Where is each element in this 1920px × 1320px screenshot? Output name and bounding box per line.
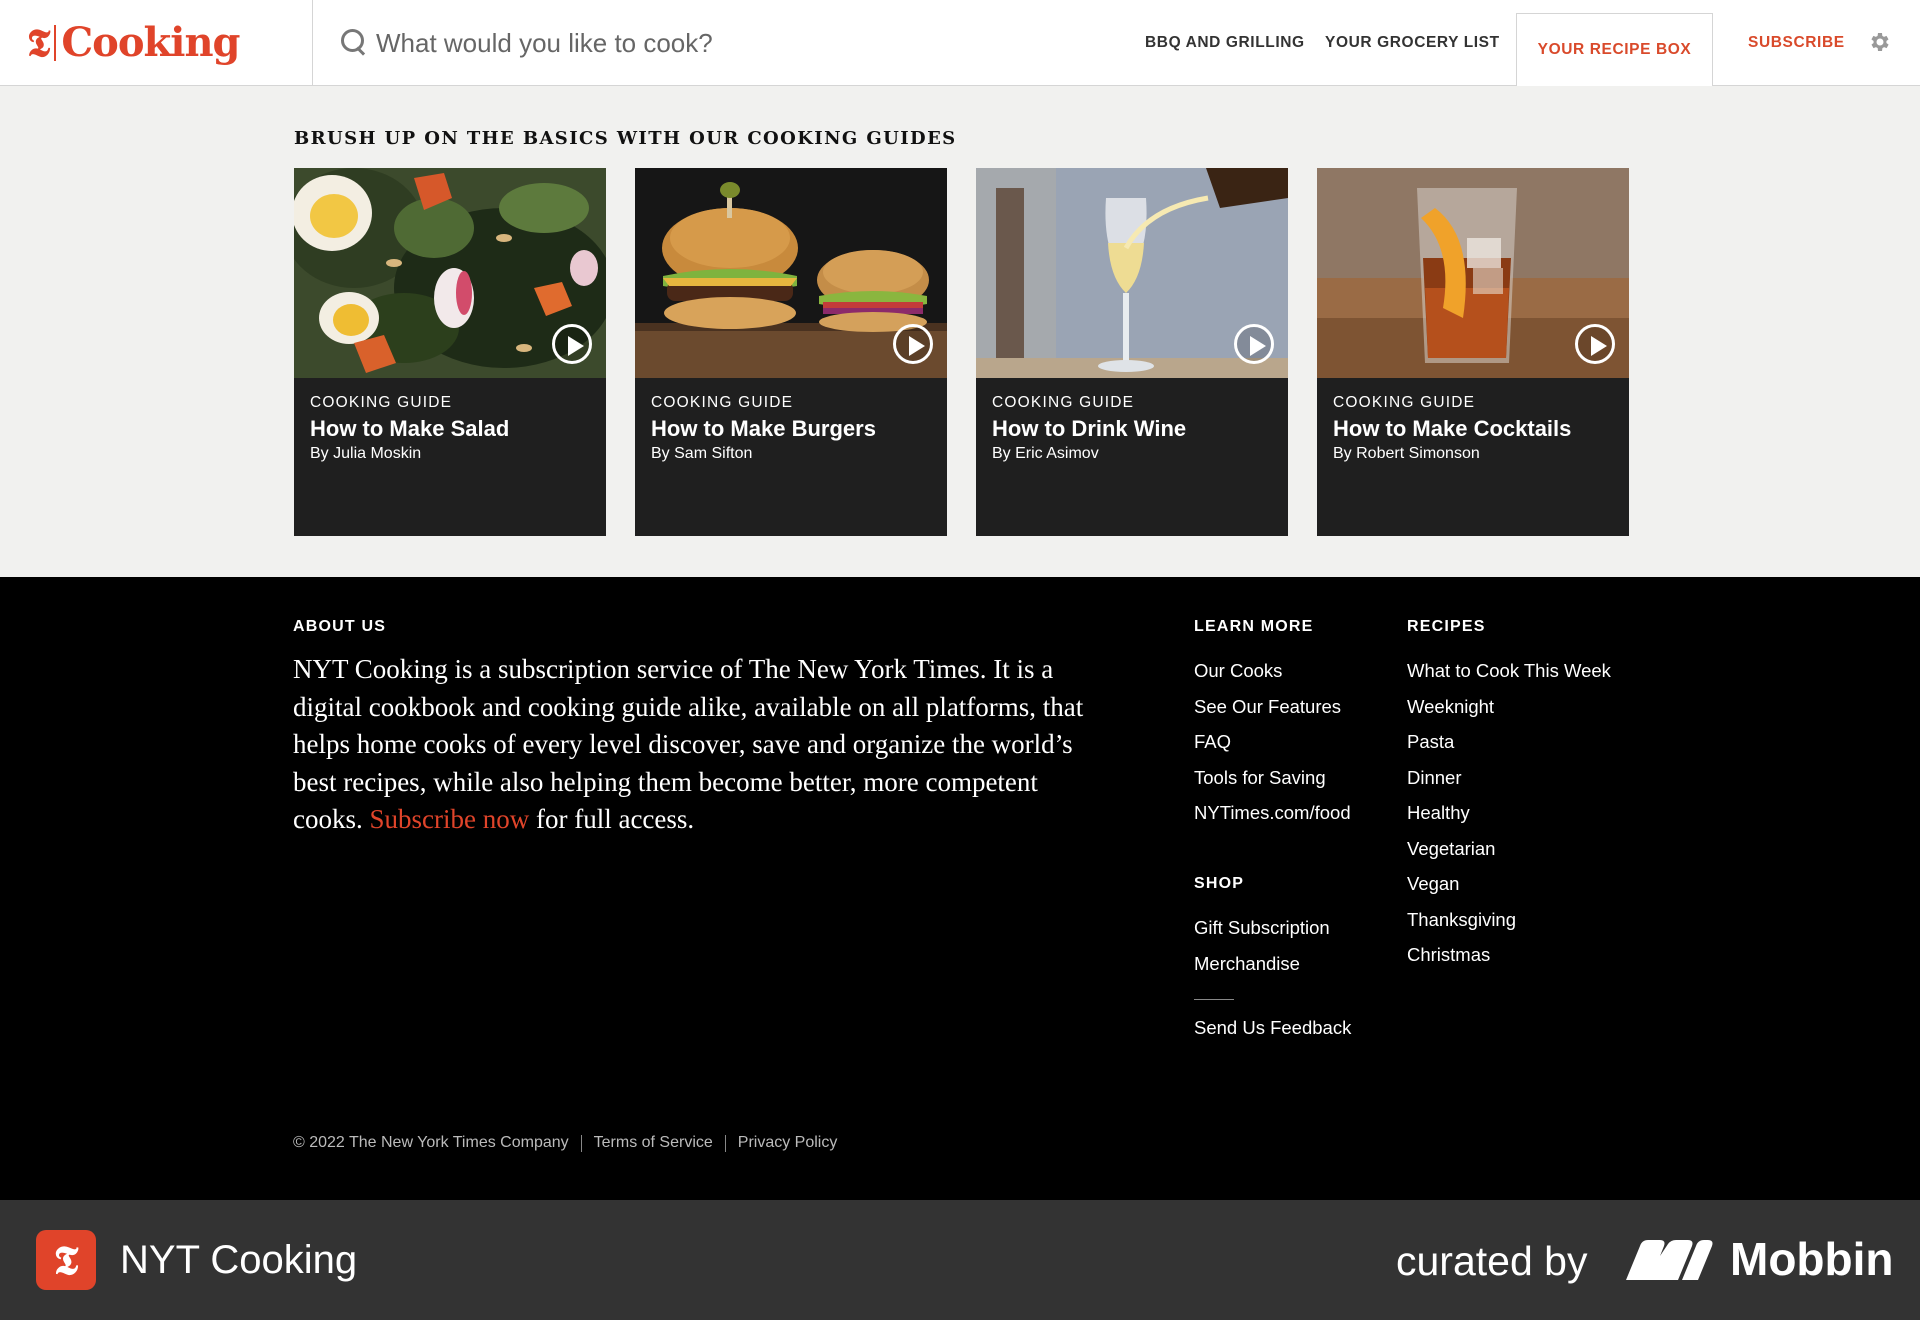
about-heading: ABOUT US — [293, 618, 387, 635]
footer-link-what-to-cook[interactable]: What to Cook This Week — [1407, 660, 1611, 696]
footer-link-thanksgiving[interactable]: Thanksgiving — [1407, 909, 1611, 945]
play-icon[interactable] — [552, 324, 592, 364]
card-byline: By Sam Sifton — [651, 445, 753, 462]
shop-heading: SHOP — [1194, 875, 1245, 892]
nav-bbq-grilling[interactable]: BBQ AND GRILLING — [1145, 34, 1305, 52]
footer-link-merchandise[interactable]: Merchandise — [1194, 953, 1330, 989]
play-icon[interactable] — [1575, 324, 1615, 364]
card-title: How to Make Salad — [310, 416, 510, 441]
footer-link-healthy[interactable]: Healthy — [1407, 802, 1611, 838]
shop-list: Gift Subscription Merchandise — [1194, 917, 1330, 988]
gear-icon[interactable] — [1868, 30, 1892, 54]
wine-image — [976, 168, 1288, 378]
burgers-image — [635, 168, 947, 378]
footer-link-christmas[interactable]: Christmas — [1407, 944, 1611, 980]
guide-card-burgers[interactable]: COOKING GUIDE How to Make Burgers By Sam… — [635, 168, 947, 536]
guides-section-title: BRUSH UP ON THE BASICS WITH OUR COOKING … — [294, 128, 957, 149]
footer-link-vegan[interactable]: Vegan — [1407, 873, 1611, 909]
card-kicker: COOKING GUIDE — [1333, 394, 1476, 411]
mobbin-wordmark: Mobbin — [1730, 1233, 1894, 1285]
nav-recipe-box[interactable]: YOUR RECIPE BOX — [1516, 13, 1713, 86]
privacy-link[interactable]: Privacy Policy — [738, 1134, 838, 1152]
mobbin-logo-icon — [1626, 1240, 1713, 1280]
legal-separator — [724, 1134, 726, 1152]
about-text: NYT Cooking is a subscription service of… — [293, 651, 1113, 839]
play-icon[interactable] — [1234, 324, 1274, 364]
guide-card-wine[interactable]: COOKING GUIDE How to Drink Wine By Eric … — [976, 168, 1288, 536]
play-icon[interactable] — [893, 324, 933, 364]
cooking-logo[interactable]: 𝕿 Cooking — [0, 0, 313, 85]
footer-link-our-cooks[interactable]: Our Cooks — [1194, 660, 1351, 696]
learn-more-heading: LEARN MORE — [1194, 618, 1314, 635]
about-text-tail: for full access. — [529, 804, 695, 834]
search-icon[interactable] — [340, 28, 368, 58]
footer-link-dinner[interactable]: Dinner — [1407, 767, 1611, 803]
card-byline: By Robert Simonson — [1333, 445, 1480, 462]
footer-link-weeknight[interactable]: Weeknight — [1407, 696, 1611, 732]
legal-separator — [580, 1134, 582, 1152]
logo-text: Cooking — [61, 18, 240, 66]
card-title: How to Make Cocktails — [1333, 416, 1572, 441]
guide-cards: COOKING GUIDE How to Make Salad By Julia… — [294, 168, 1629, 536]
nyt-t-icon: 𝕿 — [27, 19, 51, 65]
footer-link-pasta[interactable]: Pasta — [1407, 731, 1611, 767]
cocktail-image — [1317, 168, 1629, 378]
card-title: How to Make Burgers — [651, 416, 876, 441]
nav-grocery-list[interactable]: YOUR GROCERY LIST — [1325, 34, 1500, 52]
recipes-list: What to Cook This Week Weeknight Pasta D… — [1407, 660, 1611, 980]
subscribe-now-link[interactable]: Subscribe now — [370, 804, 530, 834]
attribution-bar: 𝕿 NYT Cooking curated by Mobbin — [0, 1200, 1920, 1320]
card-kicker: COOKING GUIDE — [651, 394, 794, 411]
curated-by-text: curated by — [1396, 1238, 1588, 1284]
card-kicker: COOKING GUIDE — [992, 394, 1135, 411]
terms-link[interactable]: Terms of Service — [594, 1134, 713, 1152]
nyt-cooking-app-icon: 𝕿 — [36, 1230, 96, 1290]
site-footer: ABOUT US NYT Cooking is a subscription s… — [0, 577, 1920, 1200]
card-byline: By Julia Moskin — [310, 445, 422, 462]
salad-image — [294, 168, 606, 378]
nav-subscribe[interactable]: SUBSCRIBE — [1748, 34, 1845, 52]
footer-link-features[interactable]: See Our Features — [1194, 696, 1351, 732]
copyright: © 2022 The New York Times Company — [293, 1134, 569, 1151]
search-bar — [340, 22, 896, 64]
card-title: How to Drink Wine — [992, 416, 1187, 441]
footer-link-vegetarian[interactable]: Vegetarian — [1407, 838, 1611, 874]
site-header: 𝕿 Cooking BBQ AND GRILLING YOUR GROCERY … — [0, 0, 1920, 86]
logo-divider — [54, 24, 57, 61]
guide-card-salad[interactable]: COOKING GUIDE How to Make Salad By Julia… — [294, 168, 606, 536]
footer-link-gift-subscription[interactable]: Gift Subscription — [1194, 917, 1330, 953]
search-input[interactable] — [376, 27, 896, 59]
send-feedback-link[interactable]: Send Us Feedback — [1194, 1017, 1351, 1039]
card-kicker: COOKING GUIDE — [310, 394, 453, 411]
legal-bar: © 2022 The New York Times Company Terms … — [293, 1134, 837, 1152]
footer-divider — [1194, 999, 1234, 1000]
footer-link-tools[interactable]: Tools for Saving — [1194, 767, 1351, 803]
footer-link-nytimes-food[interactable]: NYTimes.com/food — [1194, 802, 1351, 838]
card-byline: By Eric Asimov — [992, 445, 1099, 462]
learn-more-list: Our Cooks See Our Features FAQ Tools for… — [1194, 660, 1351, 838]
footer-link-faq[interactable]: FAQ — [1194, 731, 1351, 767]
recipes-heading: RECIPES — [1407, 618, 1486, 635]
guide-card-cocktails[interactable]: COOKING GUIDE How to Make Cocktails By R… — [1317, 168, 1629, 536]
app-name: NYT Cooking — [120, 1238, 358, 1282]
